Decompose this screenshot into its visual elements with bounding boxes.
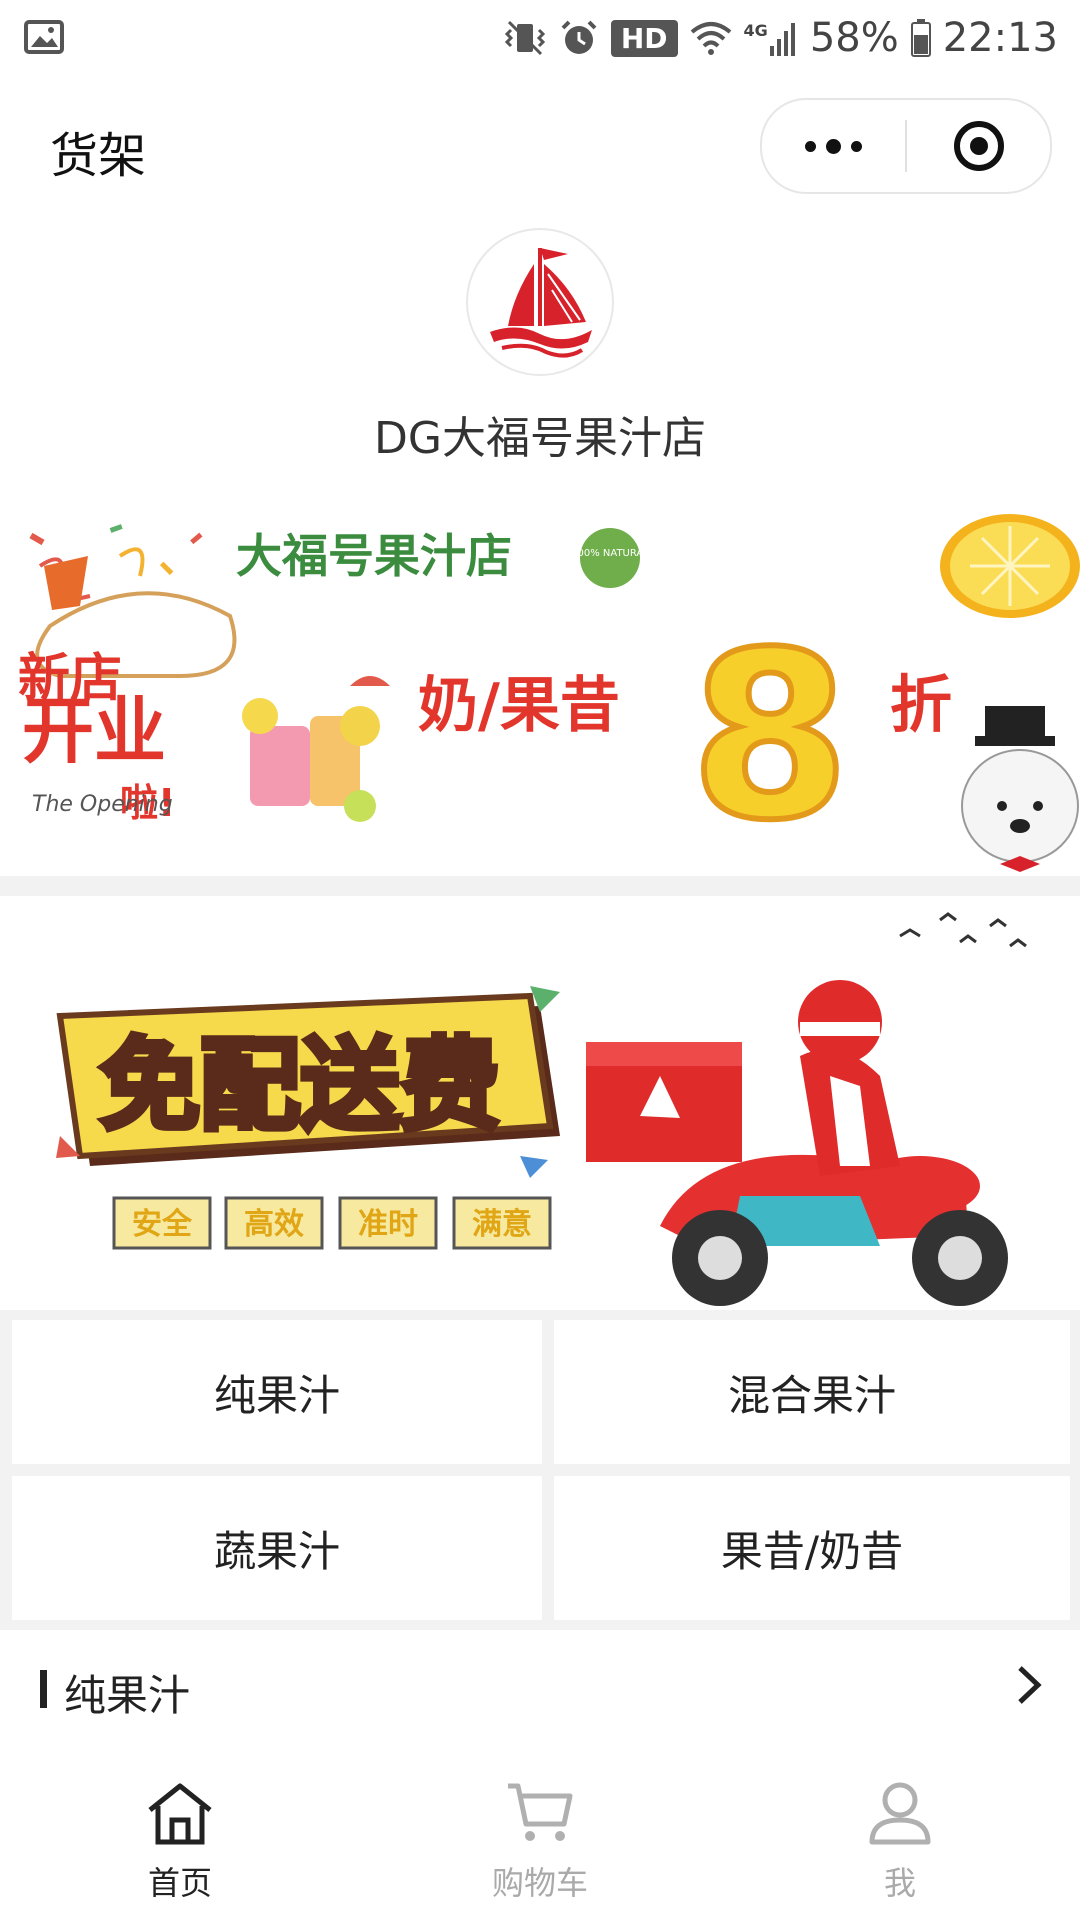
status-bar: HD 4G 58% 22:13 xyxy=(0,0,1080,76)
promo-banner-opening[interactable]: 大福号果汁店 100% NATURAL 新店 开业 啦! The Opening… xyxy=(0,506,1080,876)
cart-icon xyxy=(508,1783,573,1841)
tab-cart[interactable]: 购物车 xyxy=(360,1740,720,1920)
vibrate-icon xyxy=(504,20,545,56)
category-vegetable-juice[interactable]: 蔬果汁 xyxy=(12,1476,542,1620)
battery-icon xyxy=(910,19,931,57)
tab-home-label: 首页 xyxy=(147,1864,212,1902)
tab-cart-label: 购物车 xyxy=(491,1864,588,1902)
nav-bar: 货架 xyxy=(0,76,1080,216)
open-business-text: 开业 xyxy=(22,689,166,773)
tag-efficient: 高效 xyxy=(244,1207,304,1242)
category-grid: 纯果汁 混合果汁 蔬果汁 果昔/奶昔 xyxy=(12,1320,1070,1620)
page-title: 货架 xyxy=(50,128,147,184)
chevron-right-icon xyxy=(1018,1666,1042,1704)
tab-me[interactable]: 我 xyxy=(720,1740,1080,1920)
promo-banner-free-delivery[interactable]: 免配送费 安全 高效 准时 满意 xyxy=(0,896,1080,1310)
shop-logo[interactable] xyxy=(466,228,614,376)
sailboat-logo-icon xyxy=(490,248,592,358)
target-close-icon xyxy=(953,121,1004,171)
section-header-pure-juice[interactable]: 纯果汁 xyxy=(0,1630,1080,1740)
tag-safe: 安全 xyxy=(132,1207,193,1242)
promo-text: 奶/果昔 xyxy=(418,671,620,741)
signal-icon xyxy=(769,23,795,56)
tag-satisfied: 满意 xyxy=(472,1207,532,1242)
category-pure-juice[interactable]: 纯果汁 xyxy=(12,1320,542,1464)
battery-percent: 58% xyxy=(809,15,899,61)
tab-bar: 首页 购物车 我 xyxy=(0,1740,1080,1920)
network-type-label: 4G xyxy=(743,20,768,40)
category-mixed-juice[interactable]: 混合果汁 xyxy=(554,1320,1070,1464)
hd-badge: HD xyxy=(610,19,678,57)
shop-header: DG大福号果汁店 xyxy=(0,216,1080,506)
tag-on-time: 准时 xyxy=(358,1207,418,1242)
image-notification-icon xyxy=(24,20,64,54)
more-dots-icon xyxy=(805,138,862,154)
discount-text: 折 xyxy=(890,668,952,741)
section-title: 纯果汁 xyxy=(64,1671,191,1720)
the-opening-text: The Opening xyxy=(32,792,173,817)
tab-home[interactable]: 首页 xyxy=(0,1740,360,1920)
delivery-banner-graphic: 免配送费 安全 高效 准时 满意 xyxy=(0,896,1080,1310)
banner-shop-name: 大福号果汁店 xyxy=(236,529,512,583)
mini-program-capsule xyxy=(760,98,1052,194)
free-delivery-headline: 免配送费 xyxy=(100,1027,500,1144)
close-program-button[interactable] xyxy=(907,100,1050,192)
shop-name: DG大福号果汁店 xyxy=(374,413,706,464)
home-icon xyxy=(148,1783,212,1845)
user-icon xyxy=(869,1782,931,1845)
wifi-icon xyxy=(690,22,731,55)
opening-banner-graphic: 大福号果汁店 100% NATURAL 新店 开业 啦! The Opening… xyxy=(0,506,1080,876)
category-smoothie[interactable]: 果昔/奶昔 xyxy=(554,1476,1070,1620)
lemon-slice-illustration xyxy=(940,514,1080,618)
discount-number: 8 xyxy=(690,604,850,871)
tab-me-label: 我 xyxy=(883,1864,916,1902)
alarm-icon xyxy=(561,20,597,54)
more-button[interactable] xyxy=(762,100,905,192)
natural-badge-text: 100% NATURAL xyxy=(571,548,649,559)
clock: 22:13 xyxy=(942,15,1058,61)
section-accent-bar xyxy=(40,1670,47,1708)
